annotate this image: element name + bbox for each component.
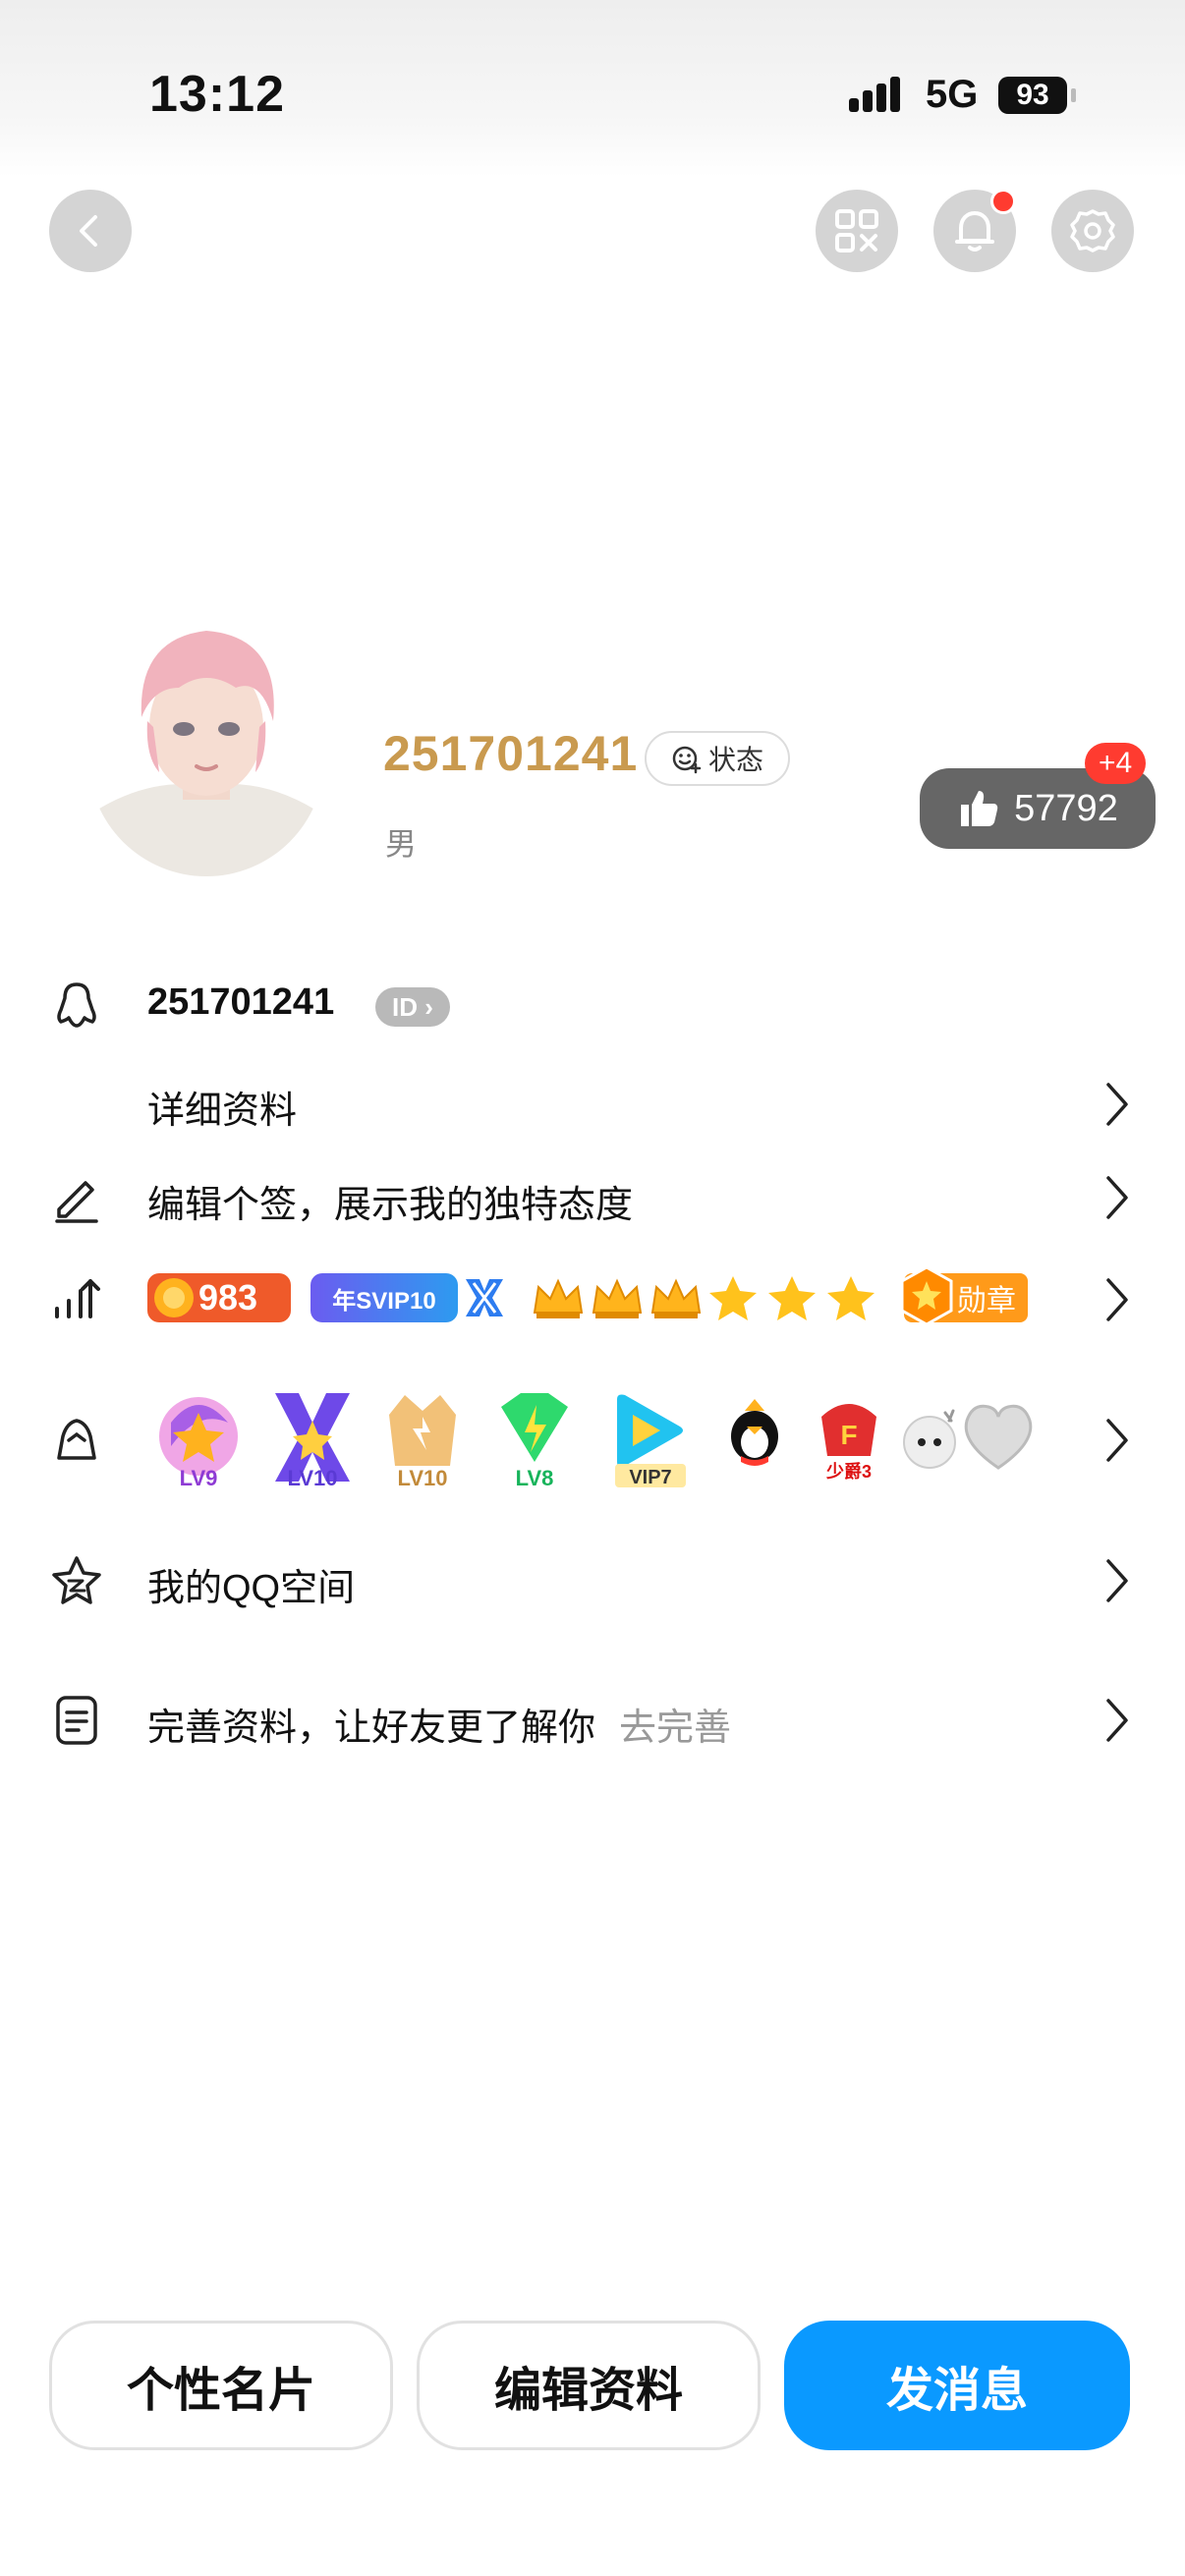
svip-label: 年SVIP10 <box>332 1287 436 1315</box>
vip-label: LV10 <box>398 1466 448 1490</box>
complete-profile-label: 完善资料，让好友更了解你 <box>147 1708 596 1749</box>
like-count: 57792 <box>1014 787 1118 829</box>
status-time: 13:12 <box>149 66 285 123</box>
qzone-label: 我的QQ空间 <box>147 1568 356 1609</box>
details-label: 详细资料 <box>147 1091 298 1132</box>
vip-crown-icon[interactable]: LV10 <box>375 1387 470 1493</box>
crown-icon <box>592 1278 643 1318</box>
star-icon <box>827 1276 875 1320</box>
medal-hexagon-icon <box>900 1265 953 1326</box>
complete-profile-row[interactable]: 完善资料，让好友更了解你 去完善 <box>0 1688 1185 1753</box>
qq-number-row[interactable]: 251701241 <box>0 973 1185 1041</box>
settings-button[interactable] <box>1051 190 1134 272</box>
thumbs-up-icon <box>961 791 998 826</box>
coin-count: 983 <box>198 1277 258 1317</box>
vip-label: 少爵3 <box>825 1461 872 1482</box>
avatar[interactable] <box>88 619 324 876</box>
vip-label: LV9 <box>180 1466 218 1490</box>
document-icon <box>56 1696 97 1745</box>
complete-profile-text: 完善资料，让好友更了解你 去完善 <box>147 1697 731 1751</box>
svip-badge[interactable]: 年SVIP10 <box>310 1273 458 1322</box>
qr-code-button[interactable] <box>816 190 898 272</box>
crown-icon <box>650 1278 702 1318</box>
send-message-label: 发消息 <box>885 2365 1028 2417</box>
details-row[interactable]: 详细资料 <box>0 1071 1185 1136</box>
star-icon <box>768 1276 816 1320</box>
like-new-badge: +4 <box>1085 743 1147 784</box>
level-chart-icon <box>55 1279 100 1318</box>
send-message-button[interactable]: 发消息 <box>784 2321 1130 2450</box>
profile-card-label: 个性名片 <box>126 2365 315 2417</box>
star-outline-icon <box>52 1556 101 1604</box>
status-button[interactable]: 状态 <box>645 731 790 786</box>
id-tag-label: ID <box>392 992 419 1022</box>
complete-profile-hint[interactable]: 去完善 <box>619 1708 731 1749</box>
smile-plus-icon <box>672 746 702 774</box>
penguin-icon <box>57 982 96 1028</box>
network-label: 5G <box>926 73 979 116</box>
silver-heart-icon[interactable] <box>951 1387 1045 1493</box>
vip-label: VIP7 <box>629 1467 671 1488</box>
svg-text:F: F <box>840 1420 857 1450</box>
status-label: 状态 <box>707 745 763 775</box>
qq-number: 251701241 <box>147 981 335 1023</box>
qq-penguin-icon[interactable] <box>707 1387 802 1493</box>
signature-label: 编辑个签，展示我的独特态度 <box>147 1185 634 1226</box>
edit-profile-button[interactable]: 编辑资料 <box>417 2321 761 2450</box>
battery-nub <box>1071 88 1076 102</box>
star-icon <box>709 1276 757 1320</box>
gender-label: 男 <box>385 826 418 862</box>
vip-label: LV8 <box>516 1466 554 1490</box>
vip-swirl-icon[interactable]: LV9 <box>151 1387 246 1493</box>
qr-code-icon <box>835 209 878 252</box>
notification-dot <box>990 189 1016 214</box>
chevron-right-icon <box>1106 1419 1128 1462</box>
x-badge-icon <box>466 1279 503 1316</box>
vip-x-icon[interactable]: LV10 <box>265 1387 360 1493</box>
signature-row[interactable]: 编辑个签，展示我的独特态度 <box>0 1165 1185 1230</box>
id-tag[interactable]: ID › <box>375 987 450 1027</box>
chevron-right-icon <box>1106 1699 1128 1742</box>
edit-profile-label: 编辑资料 <box>493 2365 683 2417</box>
medal-label: 勋章 <box>957 1285 1016 1317</box>
bell-icon <box>955 211 994 252</box>
battery-icon: 93 <box>998 77 1067 114</box>
chevron-right-icon <box>1106 1083 1128 1126</box>
vip-label: LV10 <box>288 1466 338 1490</box>
pencil-icon <box>55 1181 98 1223</box>
chevron-right-icon <box>1106 1176 1128 1219</box>
status-bar: 13:12 5G 93 <box>0 0 1185 177</box>
chevron-right-icon <box>1106 1559 1128 1602</box>
chevron-right-icon <box>1106 1278 1128 1321</box>
gear-icon <box>1070 209 1115 252</box>
crown-icon <box>533 1278 584 1318</box>
chevron-left-icon <box>80 215 97 247</box>
diamond-bell-icon <box>57 1419 96 1460</box>
profile-card-button[interactable]: 个性名片 <box>49 2321 393 2450</box>
vip-video-icon[interactable]: VIP7 <box>603 1387 698 1493</box>
back-button[interactable] <box>49 190 132 272</box>
signal-icon <box>849 77 900 112</box>
qzone-row[interactable]: 我的QQ空间 <box>0 1548 1185 1613</box>
game-cf-icon[interactable]: F 少爵3 <box>802 1387 896 1493</box>
vip-gem-icon[interactable]: LV8 <box>487 1387 582 1493</box>
sun-coin-icon <box>154 1278 194 1317</box>
nickname: 251701241 <box>383 726 639 781</box>
